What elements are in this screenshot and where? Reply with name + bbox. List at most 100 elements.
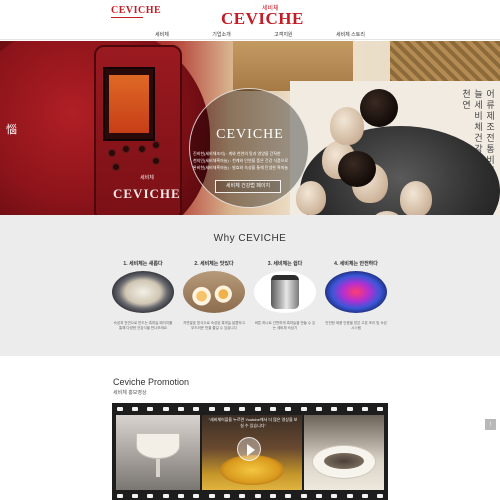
garlic-bulb xyxy=(400,181,432,215)
film-hole xyxy=(315,494,322,498)
film-hole xyxy=(223,407,230,411)
feature-title: 3. 세비체는 쉽다 xyxy=(267,261,303,267)
film-hole xyxy=(162,494,169,498)
feature-thumb-cooker[interactable] xyxy=(254,271,316,313)
film-holes-bottom xyxy=(112,492,388,500)
feature-title: 2. 세비체는 맛있다 xyxy=(194,261,234,267)
play-icon xyxy=(247,444,255,456)
cooker-button xyxy=(122,145,130,153)
film-hole xyxy=(239,407,246,411)
promo-frame-dessert[interactable] xyxy=(116,415,200,490)
hero-description: 진비천(세비체조리) : 계와 천연의 맛과 영양을 간직한 천지인(세비체흑마… xyxy=(193,150,313,171)
film-hole xyxy=(300,494,307,498)
black-garlic xyxy=(338,151,376,187)
promotion-caption: "세비체어플을 누르면 Youtube에서 더 많은 영상을 보실 수 있습니다… xyxy=(208,417,298,428)
film-hole xyxy=(331,407,338,411)
film-hole xyxy=(377,494,384,498)
feature-tasty: 2. 세비체는 맛있다 자연발효 방식으로 숙성된 흑마늘 달콤하고 부드러운 … xyxy=(183,260,245,331)
food-item xyxy=(324,453,364,469)
cooker-button xyxy=(112,163,120,171)
film-hole xyxy=(269,494,276,498)
feature-thumb-rice[interactable] xyxy=(112,271,174,313)
film-hole xyxy=(131,407,138,411)
cooker-display xyxy=(103,67,155,141)
nav-item-company[interactable]: 기업소개 xyxy=(212,31,230,40)
film-hole xyxy=(315,407,322,411)
film-hole xyxy=(193,407,200,411)
black-garlic xyxy=(360,89,398,127)
film-hole xyxy=(254,407,261,411)
nav-item-story[interactable]: 세비체 스토리 xyxy=(336,31,365,40)
feature-thumb-heating[interactable] xyxy=(325,271,387,313)
play-button[interactable] xyxy=(237,437,261,461)
cooker-button xyxy=(152,141,160,149)
nav-item-support[interactable]: 고객지원 xyxy=(274,31,292,40)
main-nav: 세비체 기업소개 고객지원 세비체 스토리 xyxy=(155,31,365,40)
promotion-title: Ceviche Promotion xyxy=(113,377,190,387)
film-hole xyxy=(254,494,261,498)
film-hole xyxy=(346,407,353,411)
product-image xyxy=(271,275,299,309)
cooker-brand-korean: 세비체 xyxy=(140,175,154,181)
feature-desc: 버튼 하나로 간편하게 흑마늘을 만들 수 있는 세비체 숙성기 xyxy=(254,321,316,330)
film-holes-top xyxy=(112,405,388,413)
feature-title: 4. 세비체는 안전하다 xyxy=(334,261,378,267)
cooker-button xyxy=(108,149,116,157)
cooker-button xyxy=(152,157,160,165)
promo-frame-food[interactable] xyxy=(304,415,384,490)
feature-desc: 숙성과 천연으로 만드는 흑마늘 페이지를 통해 다양한 건강식을 만나보세요 xyxy=(113,321,173,330)
dessert-glass xyxy=(136,433,180,459)
film-hole xyxy=(361,407,368,411)
feature-desc: 안전한 제품 인증을 받은 고온 조리 및 숙성 시스템 xyxy=(325,321,387,330)
film-hole xyxy=(147,494,154,498)
site-header: CEVICHE 세비체 CEVICHE 세비체 기업소개 고객지원 세비체 스토… xyxy=(0,0,500,40)
film-hole xyxy=(116,407,123,411)
film-hole xyxy=(331,494,338,498)
film-hole xyxy=(285,494,292,498)
film-hole xyxy=(269,407,276,411)
why-title: Why CEVICHE xyxy=(213,233,287,244)
hero-description-line: 완비천(세비체흑마늘) : 발효와 숙성을 통해 탄생한 흑마늘 xyxy=(193,165,289,170)
small-logo-text[interactable]: CEVICHE xyxy=(111,5,161,16)
small-logo[interactable]: CEVICHE xyxy=(111,5,161,18)
film-hole xyxy=(239,494,246,498)
hero-description-line: 진비천(세비체조리) : 계와 천연의 맛과 영양을 간직한 xyxy=(193,151,281,156)
film-hole xyxy=(116,494,123,498)
promotion-subtitle: 세비체 홍보영상 xyxy=(113,390,147,396)
film-hole xyxy=(300,407,307,411)
feature-thumb-eggs[interactable] xyxy=(183,271,245,313)
film-hole xyxy=(131,494,138,498)
dessert-stem xyxy=(156,459,160,477)
hero-description-line: 천지인(세비체흑마늘) : 천계와 인연을 품은 건강 식품으로 xyxy=(193,158,289,163)
garlic-bulb xyxy=(296,181,326,215)
feature-safe: 4. 세비체는 안전하다 안전한 제품 인증을 받은 고온 조리 및 숙성 시스… xyxy=(325,260,387,331)
film-hole xyxy=(223,494,230,498)
feature-new: 1. 세비체는 새롭다 숙성과 천연으로 만드는 흑마늘 페이지를 통해 다양한… xyxy=(112,260,174,331)
feature-easy: 3. 세비체는 쉽다 버튼 하나로 간편하게 흑마늘을 만들 수 있는 세비체 … xyxy=(254,260,316,331)
film-hole xyxy=(208,494,215,498)
film-hole xyxy=(193,494,200,498)
feature-title: 1. 세비체는 새롭다 xyxy=(123,261,163,267)
hero-detail-button[interactable]: 세비체 건강법 페이지 xyxy=(215,180,281,193)
cooker-button xyxy=(138,145,146,153)
film-hole xyxy=(177,494,184,498)
hero-side-character: 惱 xyxy=(6,124,17,136)
film-hole xyxy=(346,494,353,498)
film-hole xyxy=(377,407,384,411)
nav-item-ceviche[interactable]: 세비체 xyxy=(155,31,169,40)
garlic-bulb xyxy=(330,107,364,145)
film-hole xyxy=(361,494,368,498)
promotion-filmstrip: "세비체어플을 누르면 Youtube에서 더 많은 영상을 보실 수 있습니다… xyxy=(112,403,388,500)
scroll-to-top-button[interactable]: ↑ xyxy=(485,419,496,430)
cooker-display-screen xyxy=(109,75,149,133)
main-logo[interactable]: CEVICHE xyxy=(221,9,304,29)
hero-title: CEVICHE xyxy=(216,127,284,142)
small-logo-underline xyxy=(111,17,143,18)
film-hole xyxy=(285,407,292,411)
feature-desc: 자연발효 방식으로 숙성된 흑마늘 달콤하고 부드러운 맛을 즐길 수 있습니다 xyxy=(183,321,245,330)
cooker-brand: CEVICHE xyxy=(113,186,181,201)
film-hole xyxy=(147,407,154,411)
film-hole xyxy=(162,407,169,411)
film-hole xyxy=(177,407,184,411)
film-hole xyxy=(208,407,215,411)
